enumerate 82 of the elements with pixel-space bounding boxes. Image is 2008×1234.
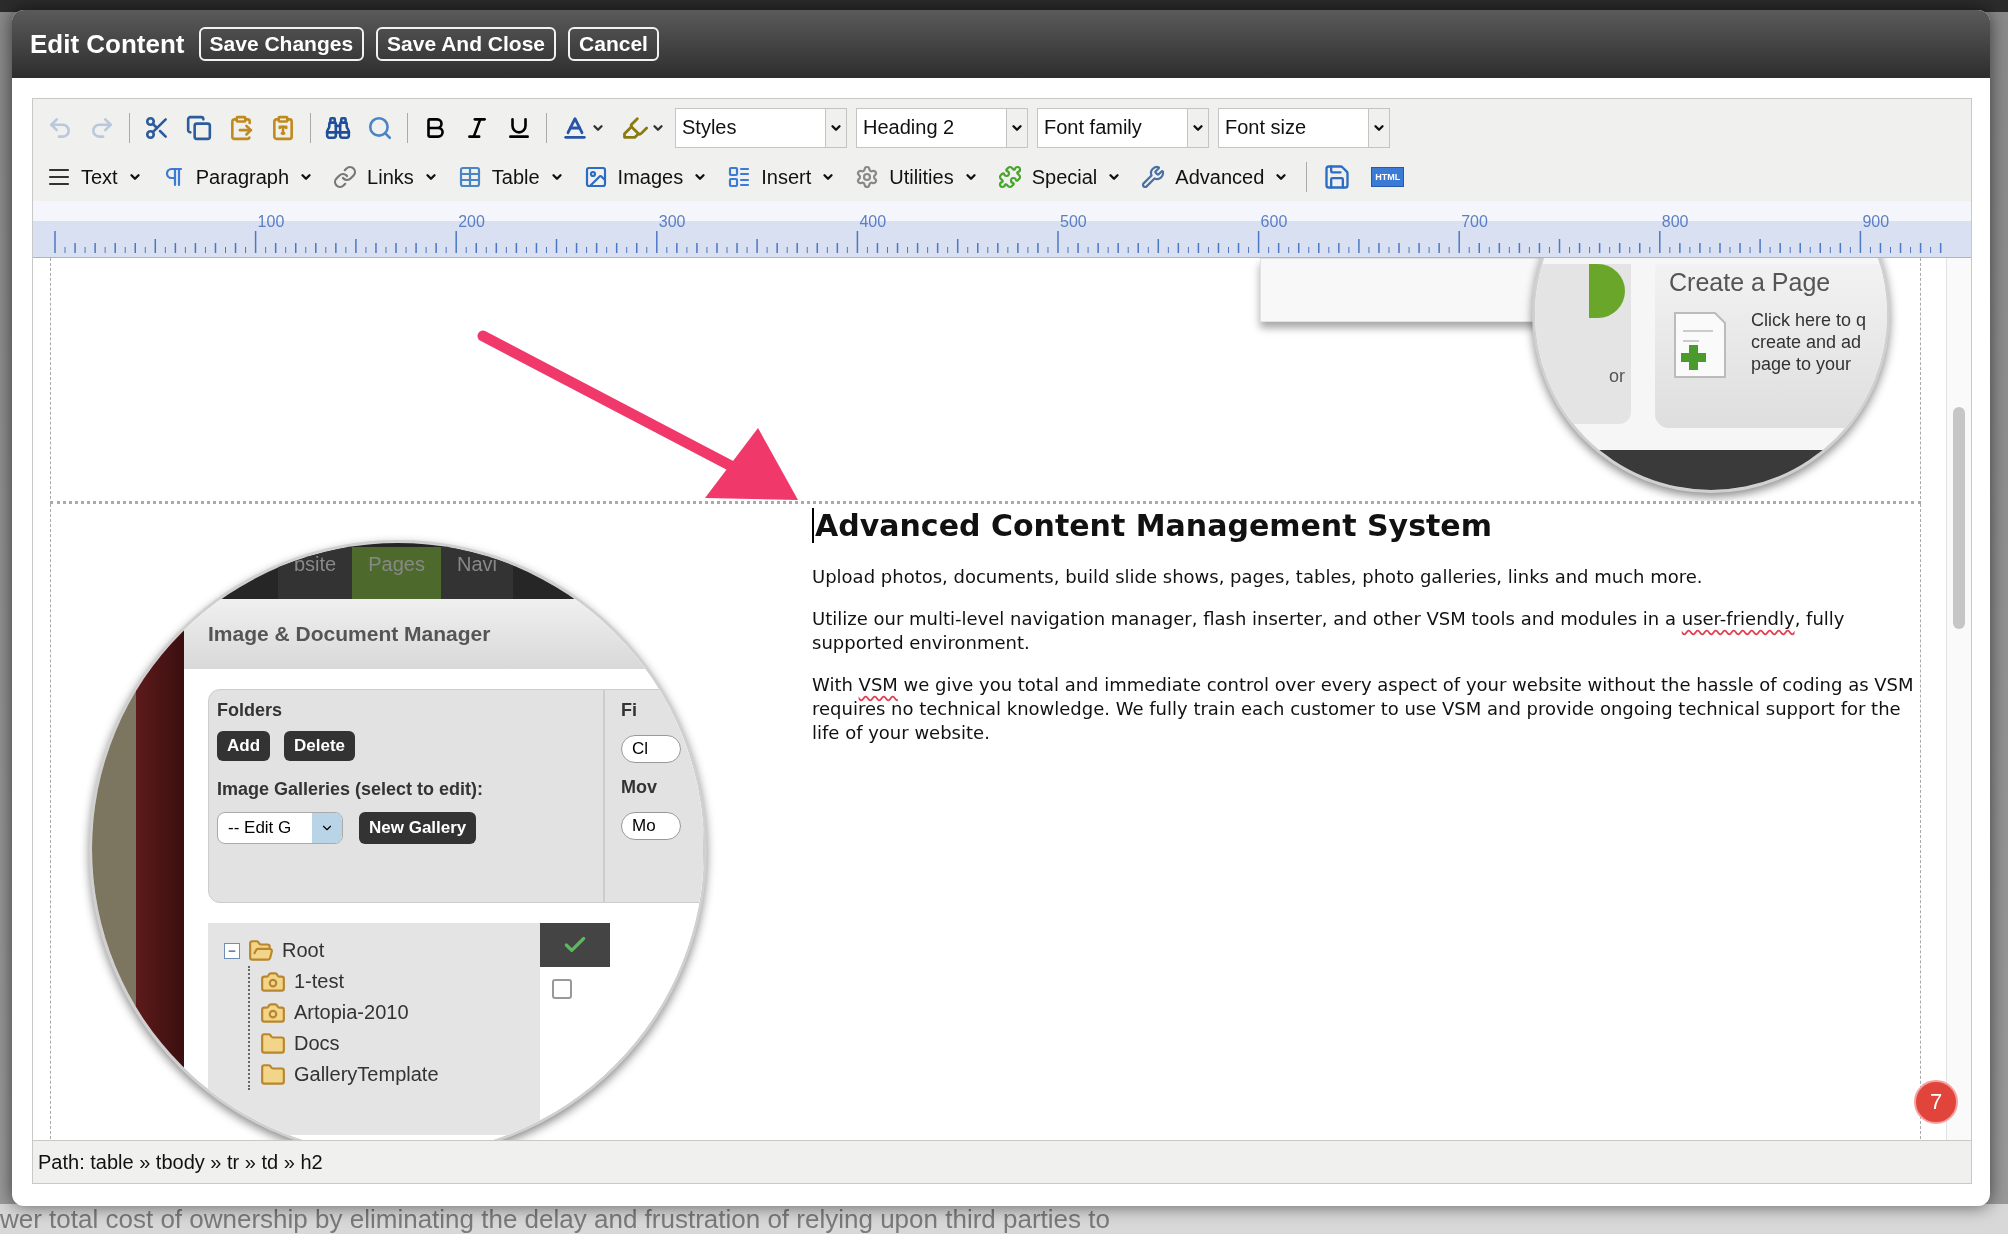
card-title: Create a Page: [1669, 268, 1832, 297]
underline-icon: [506, 115, 532, 141]
header-button[interactable]: Save Changes: [198, 27, 365, 61]
copy-icon: [186, 115, 212, 141]
format-dropdown[interactable]: Heading 2: [856, 108, 1028, 148]
section-label: Mov: [621, 777, 658, 798]
notification-badge: 7: [1914, 1080, 1958, 1124]
format-dropdown[interactable]: Font size: [1218, 108, 1390, 148]
ruler-label: 700: [1461, 213, 1488, 230]
tree-item[interactable]: 1-test: [294, 970, 345, 993]
move-dropdown[interactable]: Mo: [621, 812, 681, 840]
format-dropdown[interactable]: Styles: [675, 108, 847, 148]
nav-tab[interactable]: Navi: [440, 547, 513, 599]
toolbar-menu[interactable]: Text: [41, 165, 150, 189]
toolbar-menu[interactable]: Links: [327, 165, 446, 189]
header-button[interactable]: Cancel: [568, 27, 659, 61]
redo-icon: [89, 115, 115, 141]
toolbar-menu[interactable]: Insert: [721, 165, 844, 189]
paragraph: Utilize our multi-level navigation manager, flash inserter, and other VSM tools and modules in a user-friendly, fully supported environment.: [812, 607, 1846, 655]
puzzle-icon: [997, 165, 1022, 189]
gear-icon: [855, 165, 880, 189]
tab-icon: [1589, 264, 1625, 318]
ruler-label: 900: [1862, 213, 1890, 230]
toolbar-menu[interactable]: Images: [577, 165, 716, 189]
background-text: wer total cost of ownership by eliminating the delay and frustration of relying upon third parties to: [0, 1204, 1110, 1234]
content-heading: Advanced Content Management System: [812, 508, 1920, 543]
link-icon: [333, 165, 358, 189]
folder-button[interactable]: Add: [217, 731, 271, 761]
section-label: Fi: [621, 700, 638, 721]
tree-item[interactable]: GalleryTemplate: [294, 1063, 439, 1086]
card-text: create and ad: [1751, 331, 1863, 353]
table-icon: [457, 165, 482, 189]
section-label: Folders: [217, 700, 283, 721]
html-source-button[interactable]: HTML: [1371, 167, 1405, 187]
ruler-label: 200: [458, 213, 485, 230]
clipboard-text-icon: [270, 115, 296, 141]
checkbox[interactable]: [552, 979, 572, 999]
folder-button[interactable]: Delete: [284, 731, 356, 761]
search-icon: [367, 115, 393, 141]
toolbar-menu[interactable]: Paragraph: [155, 165, 322, 189]
tree-item[interactable]: Artopia-2010: [294, 1001, 409, 1024]
image-icon: [583, 165, 608, 189]
highlighter-icon: [621, 114, 649, 142]
folder-icon: [260, 1030, 286, 1057]
new-gallery-button[interactable]: New Gallery: [359, 812, 477, 844]
toolbar-menu[interactable]: Table: [451, 165, 572, 189]
format-dropdown[interactable]: Font family: [1037, 108, 1209, 148]
form-icon: [727, 165, 752, 189]
side-text: or: [1609, 366, 1625, 387]
card-text: page to your: [1751, 353, 1853, 375]
ruler-label: 300: [658, 213, 686, 230]
gallery-dropdown[interactable]: -- Edit G: [217, 812, 343, 844]
card-text: Click here to q: [1751, 309, 1867, 331]
dialog-title: Edit Content: [30, 28, 185, 60]
header-button[interactable]: Save And Close: [376, 27, 557, 61]
toolbar-menu[interactable]: Utilities: [849, 165, 986, 189]
nav-tab[interactable]: bsite: [278, 547, 353, 599]
save-icon: [1323, 163, 1352, 191]
side-button[interactable]: Cl: [621, 735, 681, 763]
ruler-label: 800: [1661, 213, 1689, 230]
status-path: Path: table » tbody » tr » td » h2: [33, 1140, 1971, 1183]
toolbar-menu[interactable]: Special: [991, 165, 1130, 189]
paragraph: With VSM we give you total and immediate control over every aspect of your website without the hassle of coding as VSM requires no technical knowledge. We fully train each customer to use VSM and provide ongoing technical support for the life of your website.: [812, 673, 1915, 745]
ruler-label: 600: [1260, 213, 1288, 230]
section-label: Image Galleries (select to edit):: [217, 779, 485, 800]
text-color-icon: [561, 114, 589, 142]
tree-item[interactable]: Root: [282, 939, 325, 962]
tree-toggle[interactable]: [224, 942, 240, 959]
paragraph: Upload photos, documents, build slide shows, pages, tables, photo galleries, links and much more.: [812, 565, 1704, 589]
ruler-label: 100: [257, 213, 285, 230]
folder-icon: [260, 1061, 286, 1088]
clipboard-icon: [228, 115, 254, 141]
folder-icon: [248, 937, 274, 964]
ruler-label: 500: [1060, 213, 1087, 230]
tree-item[interactable]: Docs: [294, 1032, 340, 1055]
ruler-label: 400: [859, 213, 887, 230]
binoculars-icon: [325, 115, 351, 141]
scrollbar-thumb[interactable]: [1953, 407, 1965, 629]
toolbar-menu[interactable]: Advanced: [1135, 165, 1297, 189]
wrench-icon: [1141, 165, 1166, 189]
undo-icon: [47, 115, 73, 141]
scissors-icon: [144, 115, 170, 141]
